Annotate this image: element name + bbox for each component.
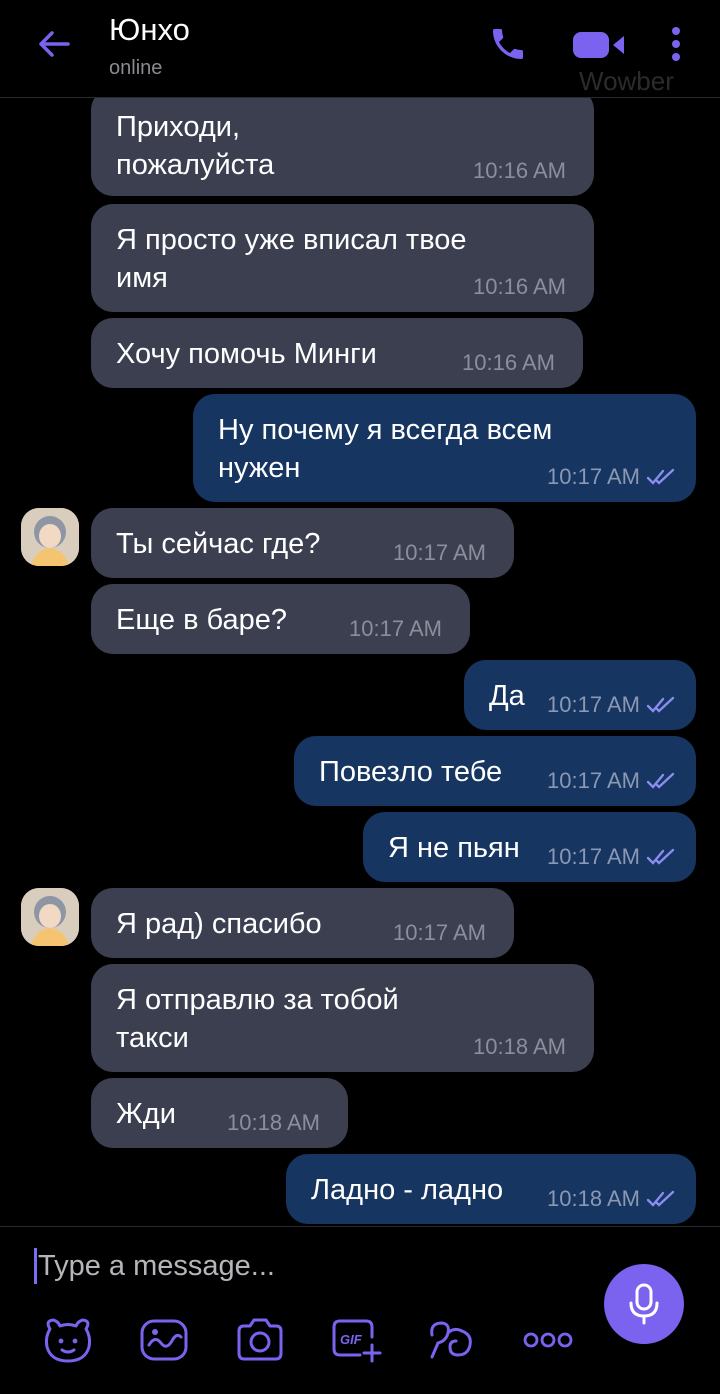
message-bubble-incoming[interactable]: Приходи, пожалуйста 10:16 AM xyxy=(91,98,594,196)
chat-header: Юнхо online Wowber xyxy=(0,0,720,97)
message-text: Я рад) спасибо xyxy=(116,908,322,940)
sticker-button[interactable] xyxy=(40,1314,96,1366)
message-input[interactable]: Type a message... xyxy=(34,1240,574,1292)
message-meta: 10:17 AM xyxy=(547,464,678,490)
message-time: 10:17 AM xyxy=(547,844,640,869)
message-input-placeholder: Type a message... xyxy=(38,1249,275,1282)
message-time: 10:18 AM xyxy=(473,1034,566,1059)
gif-icon: GIF xyxy=(332,1319,382,1363)
camera-button[interactable] xyxy=(232,1314,288,1366)
message-text: Я не пьян xyxy=(388,832,520,864)
message-time: 10:18 AM xyxy=(547,1186,640,1211)
text-caret xyxy=(34,1248,37,1284)
more-options-button[interactable] xyxy=(660,22,692,66)
message-bubble-outgoing[interactable]: Повезло тебе 10:17 AM xyxy=(294,736,696,806)
avatar-image xyxy=(21,888,79,946)
emoticon-icon xyxy=(430,1321,472,1359)
avatar-image xyxy=(21,508,79,566)
message-text: Повезло тебе xyxy=(319,756,503,788)
message-bubble-outgoing[interactable]: Ну почему я всегда всем нужен 10:17 AM xyxy=(193,394,696,502)
contact-status: online xyxy=(109,57,163,79)
more-tools-button[interactable] xyxy=(520,1314,576,1366)
message-text: Приходи, пожалуйста xyxy=(116,111,275,181)
phone-icon xyxy=(493,29,523,59)
message-time: 10:16 AM xyxy=(473,274,566,299)
sticker-icon xyxy=(44,1318,92,1363)
message-meta: 10:17 AM xyxy=(547,692,678,718)
message-bubble-incoming[interactable]: Я рад) спасибо 10:17 AM xyxy=(91,888,514,958)
message-bubble-outgoing[interactable]: Да 10:17 AM xyxy=(464,660,696,730)
video-camera-icon xyxy=(573,32,624,58)
message-meta: 10:17 AM xyxy=(547,844,678,870)
video-call-button[interactable] xyxy=(568,22,630,66)
message-time: 10:16 AM xyxy=(462,350,555,375)
emoticon-button[interactable] xyxy=(424,1314,480,1366)
message-time: 10:17 AM xyxy=(547,768,640,793)
message-bubble-outgoing[interactable]: Ладно - ладно 10:18 AM xyxy=(286,1154,696,1224)
message-text: Да xyxy=(489,680,525,712)
message-text: Я отправлю за тобой такси xyxy=(116,984,399,1054)
message-bubble-incoming[interactable]: Ты сейчас где? 10:17 AM xyxy=(91,508,514,578)
microphone-icon xyxy=(629,1283,659,1325)
message-text: Я просто уже вписал твое имя xyxy=(116,224,467,294)
read-receipt-icon xyxy=(646,848,675,865)
message-time: 10:17 AM xyxy=(393,540,486,565)
message-text: Хочу помочь Минги xyxy=(116,338,377,370)
message-text: Ладно - ладно xyxy=(311,1174,504,1206)
svg-text:GIF: GIF xyxy=(340,1332,363,1347)
call-button[interactable] xyxy=(486,22,530,66)
more-horizontal-icon xyxy=(523,1332,573,1348)
message-bubble-incoming[interactable]: Хочу помочь Минги 10:16 AM xyxy=(91,318,583,388)
composer-divider xyxy=(0,1226,720,1227)
more-vertical-icon xyxy=(672,27,680,61)
voice-message-button[interactable] xyxy=(604,1264,684,1344)
message-time: 10:16 AM xyxy=(473,158,566,183)
gif-button[interactable]: GIF xyxy=(328,1314,384,1366)
message-bubble-incoming[interactable]: Я отправлю за тобой такси 10:18 AM xyxy=(91,964,594,1072)
watermark: Wowber xyxy=(579,66,674,96)
read-receipt-icon xyxy=(646,772,675,789)
message-time: 10:18 AM xyxy=(227,1110,320,1135)
doodle-icon xyxy=(140,1319,188,1361)
message-meta: 10:17 AM xyxy=(547,768,678,794)
contact-name[interactable]: Юнхо xyxy=(109,12,190,48)
back-button[interactable] xyxy=(32,22,76,66)
camera-icon xyxy=(237,1318,283,1361)
message-time: 10:17 AM xyxy=(547,692,640,717)
read-receipt-icon xyxy=(646,696,675,713)
read-receipt-icon xyxy=(646,1190,675,1207)
message-bubble-incoming[interactable]: Еще в баре? 10:17 AM xyxy=(91,584,470,654)
message-list[interactable]: Приходи, пожалуйста 10:16 AM Я просто уж… xyxy=(0,98,720,1226)
message-meta: 10:18 AM xyxy=(547,1186,678,1212)
message-time: 10:17 AM xyxy=(349,616,442,641)
message-text: Ну почему я всегда всем нужен xyxy=(218,414,553,484)
message-bubble-outgoing[interactable]: Я не пьян 10:17 AM xyxy=(363,812,696,882)
message-text: Жди xyxy=(116,1098,176,1130)
message-time: 10:17 AM xyxy=(547,464,640,489)
contact-avatar[interactable] xyxy=(21,888,79,946)
read-receipt-icon xyxy=(646,468,675,485)
message-bubble-incoming[interactable]: Жди 10:18 AM xyxy=(91,1078,348,1148)
message-bubble-incoming[interactable]: Я просто уже вписал твое имя 10:16 AM xyxy=(91,204,594,312)
message-text: Ты сейчас где? xyxy=(116,528,321,560)
contact-avatar[interactable] xyxy=(21,508,79,566)
doodle-button[interactable] xyxy=(136,1314,192,1366)
message-text: Еще в баре? xyxy=(116,604,287,636)
arrow-left-icon xyxy=(39,31,70,57)
message-time: 10:17 AM xyxy=(393,920,486,945)
